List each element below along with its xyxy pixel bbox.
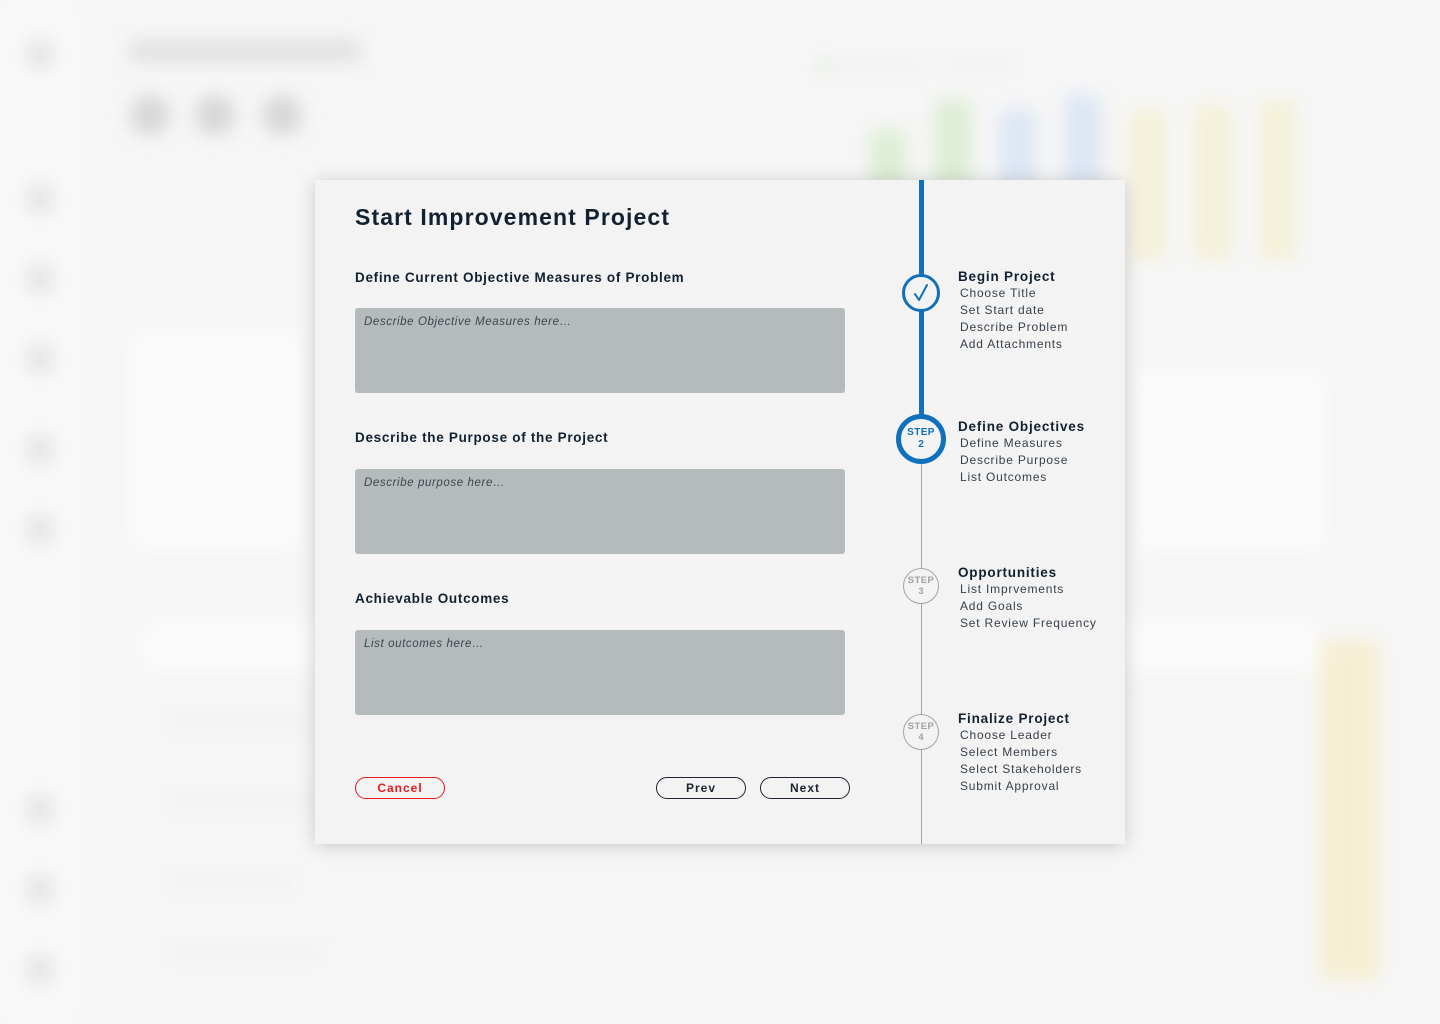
step-item: Set Start date <box>960 303 1045 317</box>
background-avatar <box>130 95 170 135</box>
background-nav-icon <box>26 515 54 543</box>
step-2-number: 2 <box>918 439 924 450</box>
background-nav-icon <box>26 875 54 903</box>
background-bar <box>1065 95 1101 190</box>
step-4-indicator: STEP 4 <box>903 714 939 750</box>
step-4-number: 4 <box>918 732 924 743</box>
background-bar <box>1130 110 1166 260</box>
background-row-line <box>170 880 290 886</box>
step-item: Select Stakeholders <box>960 762 1082 776</box>
step-2-active-indicator: STEP 2 <box>896 414 946 464</box>
background-nav-icon <box>26 185 54 213</box>
step-4-items: Choose Leader Select Members Select Stak… <box>958 727 1082 795</box>
step-item: Select Members <box>960 745 1058 759</box>
step-item: Describe Purpose <box>960 453 1069 467</box>
step-1-title: Begin Project <box>958 269 1056 284</box>
background-nav-icon <box>26 345 54 373</box>
step-item: Submit Approval <box>960 779 1060 793</box>
background-bar <box>1000 110 1036 190</box>
step-item: Set Review Frequency <box>960 616 1097 630</box>
background-title <box>130 40 360 62</box>
step-2-items: Define Measures Describe Purpose List Ou… <box>958 435 1085 486</box>
step-item: List Outcomes <box>960 470 1048 484</box>
background-nav-icon <box>26 435 54 463</box>
step-3-items: List Imprvements Add Goals Set Review Fr… <box>958 581 1097 632</box>
step-3-indicator: STEP 3 <box>903 568 939 604</box>
cancel-button[interactable]: Cancel <box>355 777 445 799</box>
step-1-items: Choose Title Set Start date Describe Pro… <box>958 285 1068 353</box>
background-row-line <box>170 800 330 806</box>
background-logo-icon <box>26 40 54 68</box>
background-status-column <box>1320 640 1380 980</box>
step-item: Choose Title <box>960 286 1037 300</box>
background-bar <box>935 100 971 190</box>
step-1-complete-indicator <box>902 274 940 312</box>
objective-measures-label: Define Current Objective Measures of Pro… <box>355 270 685 285</box>
project-purpose-label: Describe the Purpose of the Project <box>355 430 609 445</box>
prev-button[interactable]: Prev <box>656 777 746 799</box>
step-1: Begin Project Choose Title Set Start dat… <box>958 269 1068 353</box>
next-button[interactable]: Next <box>760 777 850 799</box>
background-nav-icon <box>26 795 54 823</box>
step-item: Choose Leader <box>960 728 1053 742</box>
background-avatar <box>195 95 235 135</box>
modal-title: Start Improvement Project <box>355 204 671 230</box>
project-purpose-input[interactable] <box>355 469 845 554</box>
background-legend-line <box>950 63 1010 69</box>
checkmark-icon <box>914 284 928 301</box>
objective-measures-input[interactable] <box>355 308 845 393</box>
background-legend-dot <box>820 60 832 72</box>
outcomes-input[interactable] <box>355 630 845 715</box>
step-3: Opportunities List Imprvements Add Goals… <box>958 565 1097 632</box>
background-panel <box>1135 370 1327 552</box>
background-avatar <box>262 95 302 135</box>
outcomes-label: Achievable Outcomes <box>355 591 510 606</box>
step-3-title: Opportunities <box>958 565 1057 580</box>
background-nav-icon <box>26 265 54 293</box>
step-2-word: STEP <box>907 427 935 438</box>
step-item: Add Attachments <box>960 337 1063 351</box>
step-item: Describe Problem <box>960 320 1069 334</box>
start-project-modal: Start Improvement Project Define Current… <box>315 180 1125 844</box>
step-item: Add Goals <box>960 599 1024 613</box>
step-item: List Imprvements <box>960 582 1065 596</box>
background-bar <box>1195 105 1231 260</box>
background-sidebar <box>0 0 81 1024</box>
progress-rail-remaining <box>921 462 922 844</box>
background-legend-line <box>840 63 920 69</box>
background-nav-icon <box>26 955 54 983</box>
step-2: Define Objectives Define Measures Descri… <box>958 419 1085 486</box>
background-row-line <box>170 720 310 726</box>
background-panel <box>130 330 302 552</box>
step-4-title: Finalize Project <box>958 711 1070 726</box>
step-item: Define Measures <box>960 436 1063 450</box>
step-4: Finalize Project Choose Leader Select Me… <box>958 711 1082 795</box>
step-3-word: STEP <box>907 574 935 586</box>
step-4-word: STEP <box>907 720 935 732</box>
background-row-line <box>170 950 320 956</box>
step-3-number: 3 <box>918 586 924 597</box>
step-2-title: Define Objectives <box>958 419 1085 434</box>
background-bar <box>1260 100 1296 260</box>
